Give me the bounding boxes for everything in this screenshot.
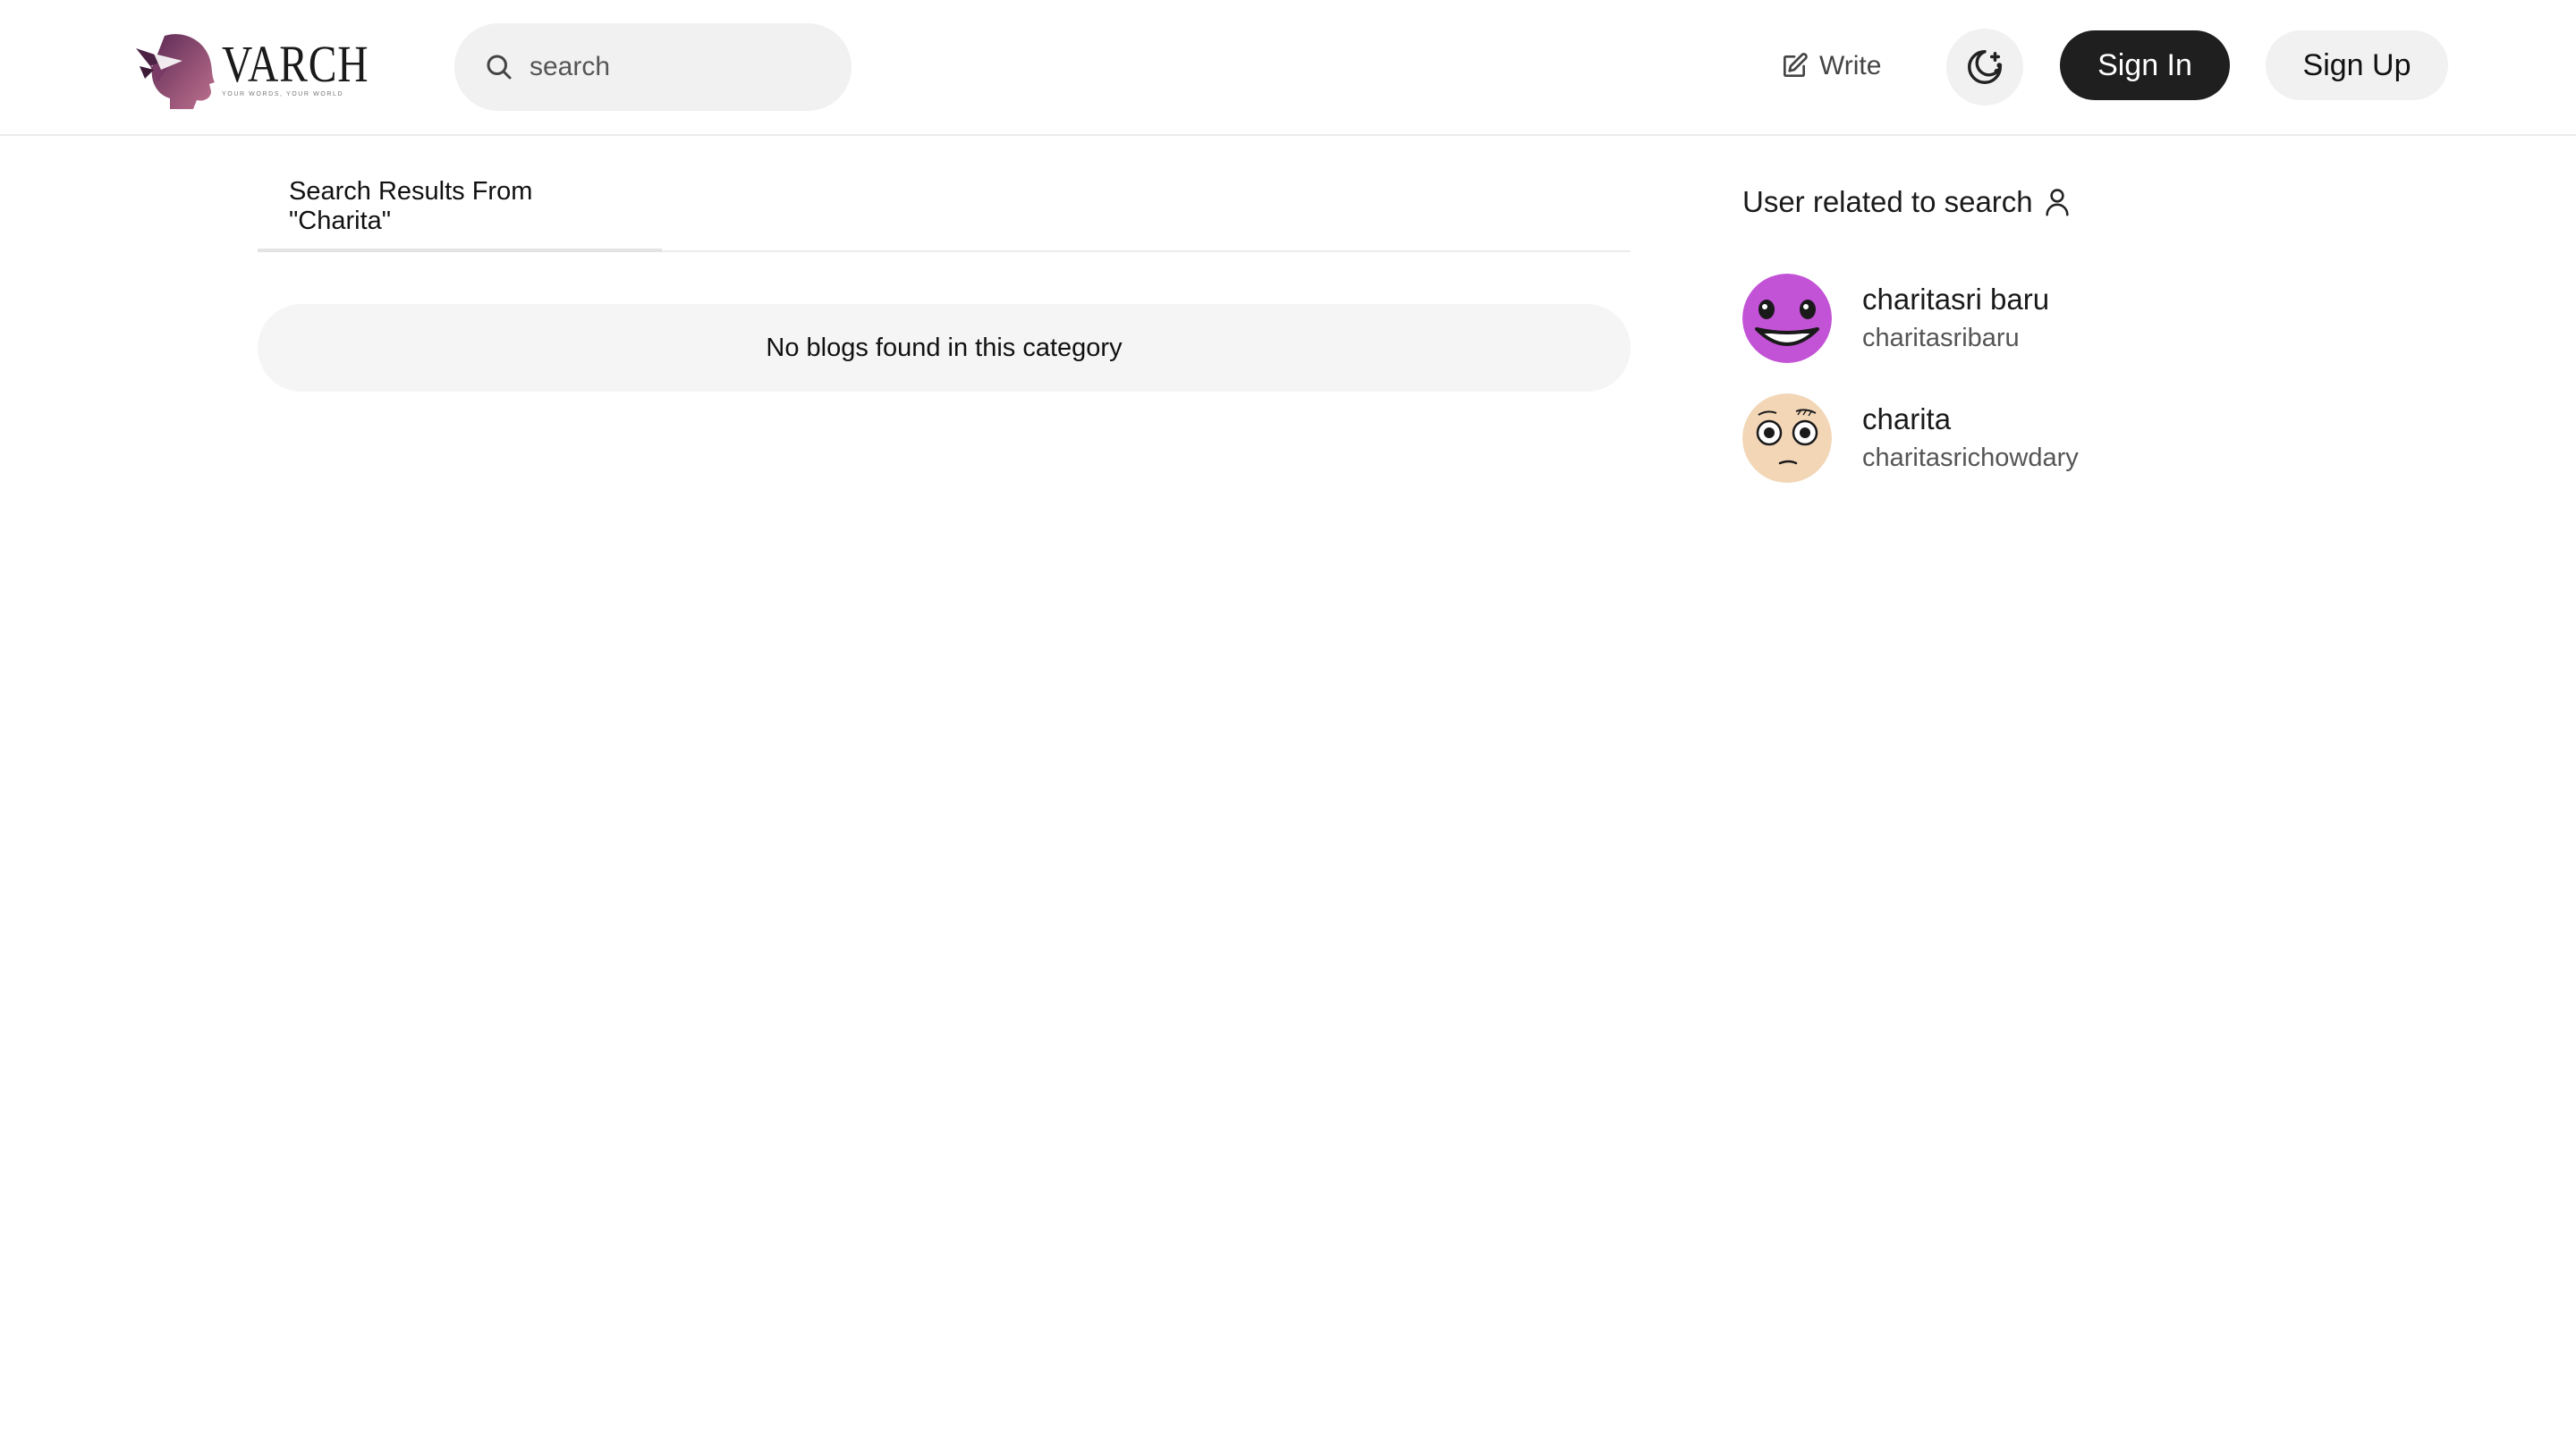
logo-wordmark: VARCH: [222, 34, 369, 93]
moon-sparkle-icon: [1968, 50, 2003, 84]
search-icon: [487, 55, 512, 80]
user-item-charitasrichowdary[interactable]: charita charitasrichowdary: [1742, 393, 2368, 483]
write-button[interactable]: Write: [1780, 43, 1881, 89]
search-input[interactable]: [528, 51, 823, 83]
user-item-charitasribaru[interactable]: charitasri baru charitasribaru: [1742, 274, 2368, 363]
user-fullname[interactable]: charitasri baru: [1862, 280, 2049, 319]
user-username: charitasrichowdary: [1862, 444, 2079, 472]
search-bar: [454, 23, 852, 111]
empty-results-message: No blogs found in this category: [258, 304, 1631, 392]
site-logo[interactable]: VARCH YOUR WORDS, YOUR WORLD: [134, 27, 371, 109]
tab-search-results[interactable]: Search Results From "Charita": [258, 165, 662, 252]
related-users-list: charitasri baru charitasribaru charita c…: [1742, 274, 2368, 483]
sign-in-button[interactable]: Sign In: [2060, 30, 2230, 100]
related-users-sidebar: User related to search charitasri baru c…: [1742, 179, 2368, 513]
logo-head-icon: [136, 34, 215, 109]
user-icon: [2046, 189, 2069, 216]
theme-toggle-button[interactable]: [1946, 29, 2023, 106]
write-label: Write: [1819, 51, 1882, 80]
sign-up-button[interactable]: Sign Up: [2266, 30, 2448, 100]
user-username: charitasribaru: [1862, 324, 2020, 352]
confused-face-avatar[interactable]: [1742, 393, 1832, 483]
user-fullname[interactable]: charita: [1862, 400, 2079, 439]
related-users-heading-text: User related to search: [1742, 185, 2033, 218]
top-navbar: VARCH YOUR WORDS, YOUR WORLD Write Sign …: [0, 0, 2576, 136]
search-results-section: Search Results From "Charita" No blogs f…: [258, 165, 1631, 392]
related-users-heading: User related to search: [1742, 179, 2368, 225]
grinning-face-avatar[interactable]: [1742, 274, 1832, 363]
edit-icon: [1784, 53, 1808, 77]
results-tab-bar: Search Results From "Charita": [258, 165, 1631, 252]
